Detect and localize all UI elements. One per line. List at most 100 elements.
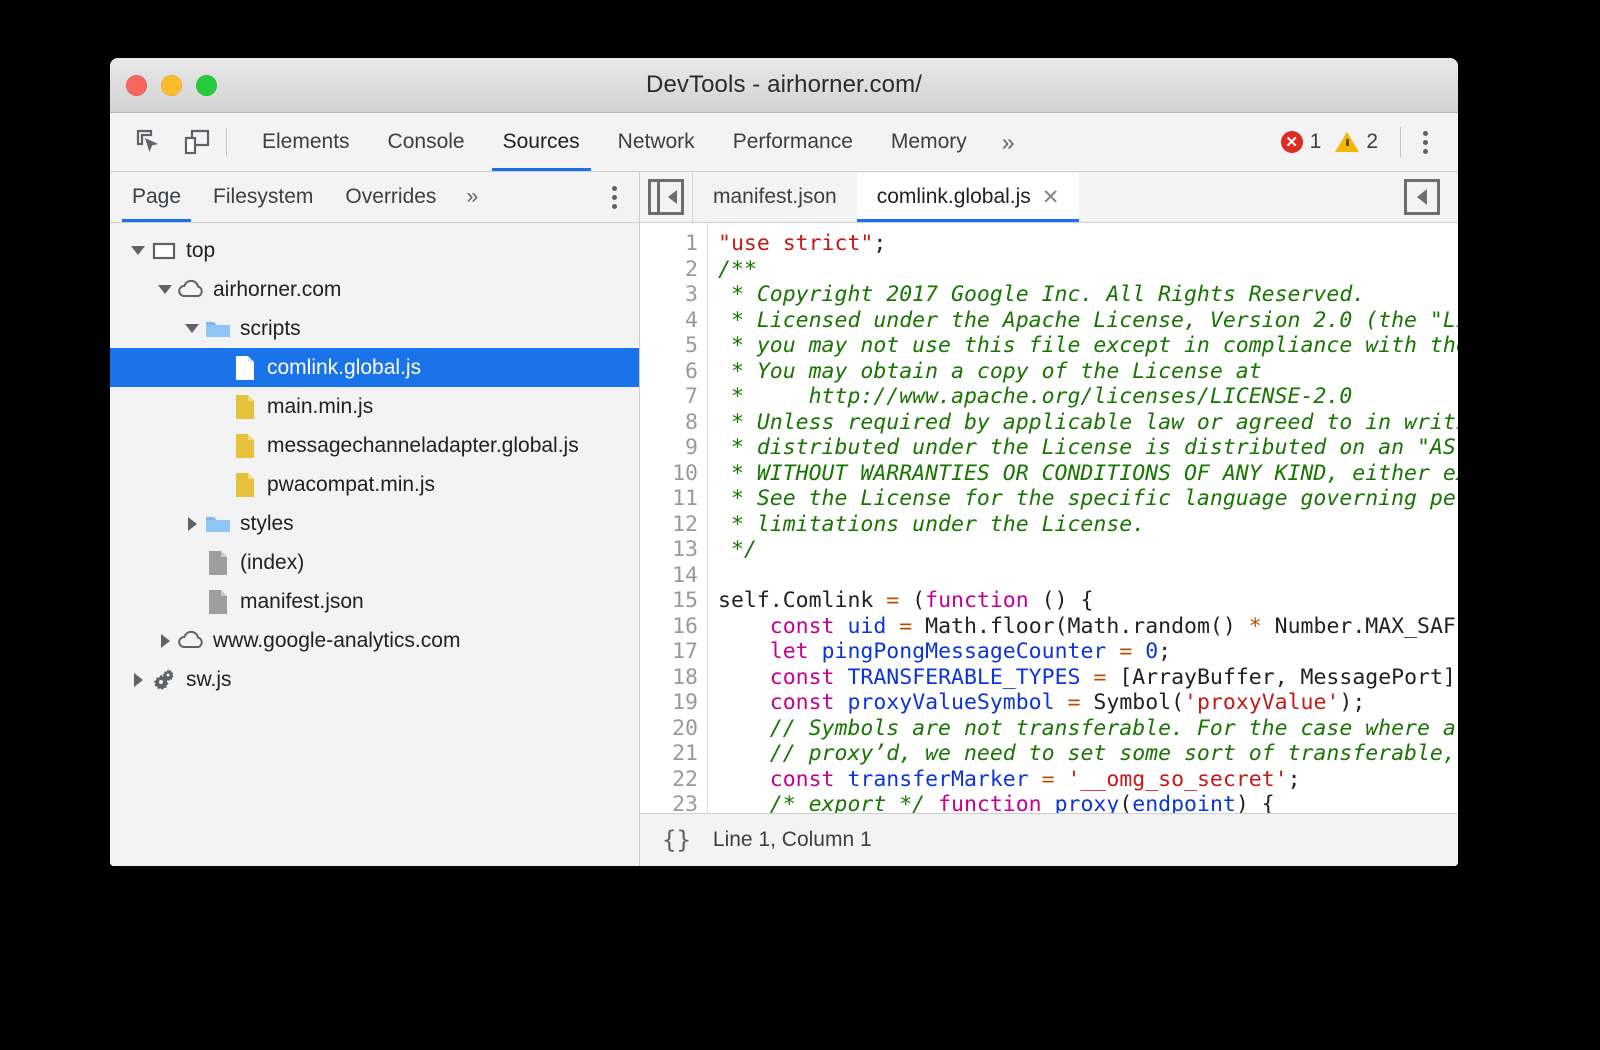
- code-token-kw: function: [938, 792, 1042, 813]
- chevron-down-icon[interactable]: [155, 285, 175, 294]
- editor-tab-comlink-global-js[interactable]: comlink.global.js ✕: [857, 173, 1080, 222]
- code-token-var: transferMarker: [847, 767, 1028, 792]
- code-token-txt: [718, 767, 770, 792]
- code-line[interactable]: // proxy’d, we need to set some sort of …: [718, 741, 1458, 767]
- code-editor[interactable]: 123456789101112131415161718192021222324 …: [640, 223, 1458, 813]
- code-token-kw: const: [770, 690, 835, 715]
- line-number: 14: [640, 563, 698, 589]
- code-token-com: */: [718, 537, 757, 562]
- code-token-txt: (: [1119, 792, 1132, 813]
- code-line[interactable]: // Symbols are not transferable. For the…: [718, 716, 1458, 742]
- code-line[interactable]: const uid = Math.floor(Math.random() * N…: [718, 614, 1458, 640]
- toolbar-right-group: ✕ 1 2: [1281, 127, 1458, 157]
- pretty-print-icon[interactable]: {}: [662, 826, 691, 854]
- file-doc-icon: [202, 589, 234, 615]
- folder-icon: [202, 512, 234, 536]
- code-token-txt: [809, 639, 822, 664]
- tree-item-label: top: [186, 240, 215, 261]
- code-token-var: TRANSFERABLE_TYPES: [847, 665, 1080, 690]
- code-content[interactable]: "use strict";/** * Copyright 2017 Google…: [708, 223, 1458, 813]
- code-line[interactable]: /**: [718, 257, 1458, 283]
- line-number: 10: [640, 461, 698, 487]
- code-line[interactable]: * WITHOUT WARRANTIES OR CONDITIONS OF AN…: [718, 461, 1458, 487]
- code-token-var: uid: [847, 614, 886, 639]
- code-token-com: /**: [718, 257, 757, 282]
- tab-console[interactable]: Console: [369, 114, 484, 171]
- tree-item-airhorner-com[interactable]: airhorner.com: [110, 270, 639, 309]
- code-token-txt: [1132, 639, 1145, 664]
- code-line[interactable]: * you may not use this file except in co…: [718, 333, 1458, 359]
- kebab-menu-icon[interactable]: [1409, 131, 1442, 154]
- code-line[interactable]: const TRANSFERABLE_TYPES = [ArrayBuffer,…: [718, 665, 1458, 691]
- code-token-op: =: [1068, 690, 1081, 715]
- code-token-txt: (: [899, 588, 925, 613]
- code-line[interactable]: */: [718, 537, 1458, 563]
- tree-item-www-google-analytics-com[interactable]: www.google-analytics.com: [110, 621, 639, 660]
- chevron-right-icon[interactable]: [155, 634, 175, 648]
- code-line[interactable]: * You may obtain a copy of the License a…: [718, 359, 1458, 385]
- code-line[interactable]: * See the License for the specific langu…: [718, 486, 1458, 512]
- code-token-txt: [718, 741, 770, 766]
- tree-item-pwacompat-min-js[interactable]: pwacompat.min.js: [110, 465, 639, 504]
- navigator-tabbar: Page Filesystem Overrides »: [110, 172, 639, 223]
- code-token-txt: [718, 690, 770, 715]
- code-line[interactable]: * limitations under the License.: [718, 512, 1458, 538]
- editor-tab-manifest-json[interactable]: manifest.json: [693, 173, 857, 222]
- inspect-element-icon[interactable]: [132, 125, 166, 159]
- navigator-kebab-menu-icon[interactable]: [590, 186, 639, 209]
- tree-item-main-min-js[interactable]: main.min.js: [110, 387, 639, 426]
- chevron-right-icon[interactable]: [128, 673, 148, 687]
- file-doc-icon: [202, 550, 234, 576]
- tab-sources[interactable]: Sources: [484, 114, 599, 171]
- code-line[interactable]: * Unless required by applicable law or a…: [718, 410, 1458, 436]
- nav-tab-page[interactable]: Page: [116, 173, 197, 222]
- tab-performance[interactable]: Performance: [714, 114, 872, 171]
- code-line[interactable]: "use strict";: [718, 231, 1458, 257]
- code-line[interactable]: * distributed under the License is distr…: [718, 435, 1458, 461]
- code-line[interactable]: self.Comlink = (function () {: [718, 588, 1458, 614]
- tree-item-sw-js[interactable]: sw.js: [110, 660, 639, 699]
- chevron-down-icon[interactable]: [128, 246, 148, 255]
- file-js-icon: [229, 472, 261, 498]
- nav-tab-filesystem[interactable]: Filesystem: [197, 173, 329, 222]
- line-number: 13: [640, 537, 698, 563]
- code-line[interactable]: * http://www.apache.org/licenses/LICENSE…: [718, 384, 1458, 410]
- code-token-txt: [1080, 665, 1093, 690]
- chevron-right-icon[interactable]: [182, 517, 202, 531]
- line-number-gutter: 123456789101112131415161718192021222324: [640, 223, 708, 813]
- show-navigator-icon[interactable]: [640, 173, 693, 222]
- code-line[interactable]: * Copyright 2017 Google Inc. All Rights …: [718, 282, 1458, 308]
- tab-elements[interactable]: Elements: [243, 114, 369, 171]
- code-token-txt: self.Comlink: [718, 588, 886, 613]
- window-title: DevTools - airhorner.com/: [110, 71, 1458, 99]
- tab-memory[interactable]: Memory: [872, 114, 986, 171]
- tree-item-label: styles: [240, 513, 294, 534]
- nav-more-chevron-icon[interactable]: »: [452, 185, 492, 209]
- warning-badge[interactable]: 2: [1335, 130, 1378, 154]
- tree-item-index[interactable]: (index): [110, 543, 639, 582]
- device-toolbar-icon[interactable]: [180, 125, 214, 159]
- nav-tab-overrides-label: Overrides: [345, 185, 436, 209]
- code-line[interactable]: * Licensed under the Apache License, Ver…: [718, 308, 1458, 334]
- code-token-var: 0: [1145, 639, 1158, 664]
- nav-tab-overrides[interactable]: Overrides: [329, 173, 452, 222]
- show-debugger-sidebar-icon[interactable]: [1404, 179, 1458, 215]
- code-line[interactable]: const proxyValueSymbol = Symbol('proxyVa…: [718, 690, 1458, 716]
- code-line[interactable]: const transferMarker = '__omg_so_secret'…: [718, 767, 1458, 793]
- tree-item-top[interactable]: top: [110, 231, 639, 270]
- tree-item-manifest-json[interactable]: manifest.json: [110, 582, 639, 621]
- frame-icon: [148, 238, 180, 264]
- close-icon[interactable]: ✕: [1042, 187, 1060, 208]
- tree-item-styles[interactable]: styles: [110, 504, 639, 543]
- chevron-down-icon[interactable]: [182, 324, 202, 333]
- tab-network[interactable]: Network: [599, 114, 714, 171]
- code-token-txt: [1055, 767, 1068, 792]
- tree-item-comlink-global-js[interactable]: comlink.global.js: [110, 348, 639, 387]
- code-line[interactable]: let pingPongMessageCounter = 0;: [718, 639, 1458, 665]
- more-tabs-chevron-icon[interactable]: »: [986, 114, 1031, 171]
- code-line[interactable]: /* export */ function proxy(endpoint) {: [718, 792, 1458, 813]
- code-line[interactable]: [718, 563, 1458, 589]
- tree-item-scripts[interactable]: scripts: [110, 309, 639, 348]
- error-badge[interactable]: ✕ 1: [1281, 130, 1322, 154]
- tree-item-messagechanneladapter-global-js[interactable]: messagechanneladapter.global.js: [110, 426, 639, 465]
